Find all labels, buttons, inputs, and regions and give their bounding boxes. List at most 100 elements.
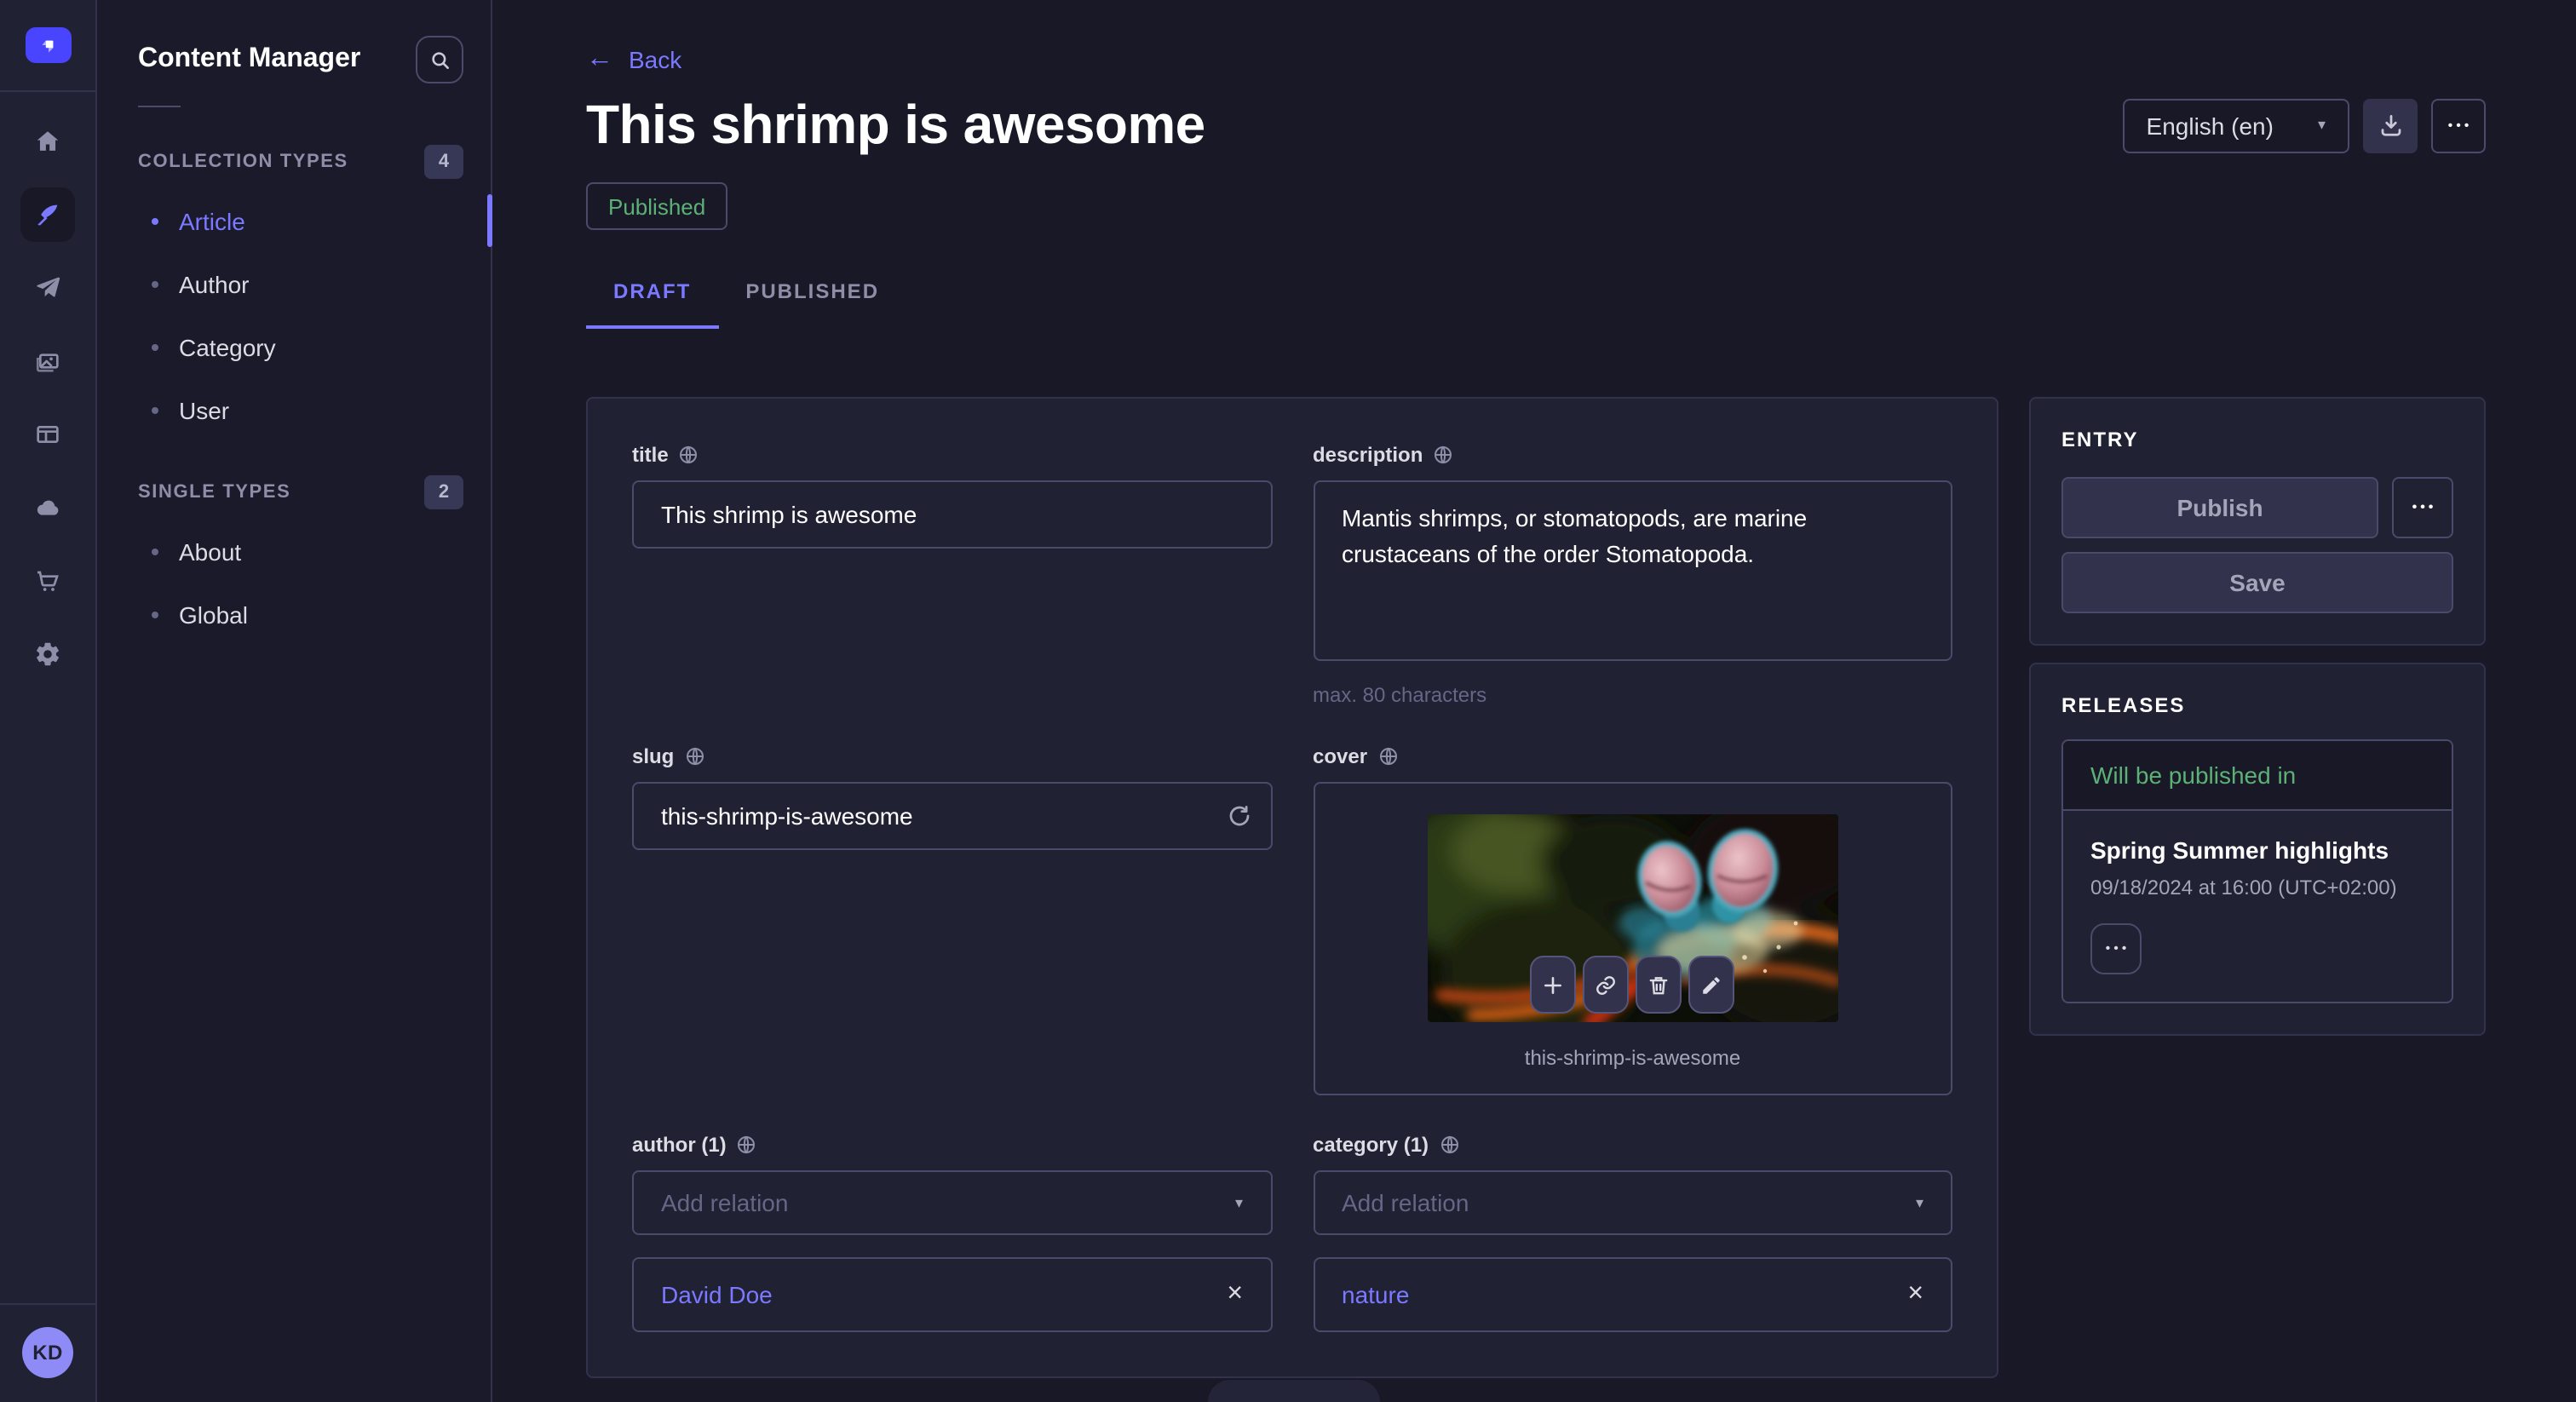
globe-icon	[737, 1135, 757, 1155]
entry-form-card: title description Mantis	[586, 397, 1998, 1378]
add-media-button[interactable]	[1531, 956, 1577, 1014]
bullet-icon	[152, 343, 158, 350]
release-body: Spring Summer highlights 09/18/2024 at 1…	[2063, 811, 2452, 1002]
collection-types-head: COLLECTION TYPES 4	[97, 135, 491, 189]
bullet-icon	[152, 280, 158, 287]
download-icon	[2378, 112, 2403, 138]
subnav-title: Content Manager	[138, 44, 360, 75]
media-library-nav-item[interactable]	[20, 334, 75, 388]
tab-draft[interactable]: DRAFT	[586, 269, 718, 329]
chevron-down-icon: ▾	[1916, 1195, 1923, 1210]
home-nav-item[interactable]	[20, 114, 75, 169]
marketplace-nav-item[interactable]	[20, 554, 75, 608]
back-link[interactable]: ← Back	[586, 46, 681, 73]
paper-plane-icon	[34, 274, 61, 302]
slug-field-group: slug	[632, 744, 1272, 1095]
entry-more-button[interactable]: •••	[2392, 477, 2453, 538]
content-type-builder-nav-item[interactable]	[20, 407, 75, 462]
title-input[interactable]	[632, 480, 1272, 549]
release-card: Will be published in Spring Summer highl…	[2061, 739, 2453, 1003]
user-avatar[interactable]: KD	[22, 1327, 73, 1378]
cover-filename: this-shrimp-is-awesome	[1525, 1046, 1740, 1070]
subnav-item-about[interactable]: About	[97, 520, 491, 583]
logo-container	[0, 0, 95, 92]
bullet-icon	[152, 611, 158, 618]
subnav-item-label: About	[179, 537, 241, 565]
category-combobox-placeholder: Add relation	[1342, 1189, 1469, 1216]
subnav-item-global[interactable]: Global	[97, 583, 491, 646]
media-toolbar	[1531, 956, 1735, 1014]
subnav-item-user[interactable]: User	[97, 378, 491, 441]
cover-image[interactable]	[1428, 814, 1838, 1022]
collection-types-label: COLLECTION TYPES	[138, 152, 348, 172]
deploy-nav-item[interactable]	[20, 480, 75, 535]
collection-types-count-badge: 4	[424, 145, 463, 179]
description-textarea[interactable]: Mantis shrimps, or stomatopods, are mari…	[1313, 480, 1952, 661]
subnav-item-label: Author	[179, 270, 250, 297]
cover-media-card: this-shrimp-is-awesome	[1313, 782, 1952, 1095]
releases-panel-title: RELEASES	[2061, 693, 2453, 717]
release-date: 09/18/2024 at 16:00 (UTC+02:00)	[2090, 876, 2424, 899]
content-row: title description Mantis	[586, 397, 2486, 1378]
release-name: Spring Summer highlights	[2090, 836, 2424, 864]
more-dots-icon: •••	[2102, 942, 2130, 956]
settings-nav-item[interactable]	[20, 627, 75, 681]
single-types-head: SINGLE TYPES 2	[97, 465, 491, 520]
entry-panel: ENTRY Publish ••• Save	[2029, 397, 2486, 646]
remove-author-relation-button[interactable]: ×	[1227, 1281, 1243, 1308]
subnav-item-author[interactable]: Author	[97, 252, 491, 315]
pencil-icon	[1701, 974, 1723, 996]
author-relation-combobox[interactable]: Add relation ▾	[632, 1170, 1272, 1235]
subnav-item-label: Category	[179, 333, 276, 360]
content-manager-nav-item[interactable]	[20, 187, 75, 242]
regenerate-slug-button[interactable]	[1226, 803, 1251, 829]
publish-button[interactable]: Publish	[2061, 477, 2378, 538]
author-relation-link[interactable]: David Doe	[661, 1281, 773, 1308]
globe-icon	[1377, 746, 1398, 767]
slug-input-wrap	[632, 782, 1272, 850]
cover-label-row: cover	[1313, 744, 1952, 768]
category-relation-link[interactable]: nature	[1342, 1281, 1409, 1308]
edit-media-button[interactable]	[1689, 956, 1735, 1014]
tab-published[interactable]: PUBLISHED	[718, 269, 906, 329]
copy-link-button[interactable]	[1584, 956, 1630, 1014]
release-more-button[interactable]: •••	[2090, 923, 2142, 974]
subnav-item-article[interactable]: Article	[97, 189, 491, 252]
header-controls: English (en) ▾ •••	[2123, 98, 2486, 152]
strapi-logo[interactable]	[25, 27, 71, 63]
subnav-item-label: Article	[179, 207, 245, 234]
entry-panel-title: ENTRY	[2061, 428, 2453, 451]
author-relation-chip: David Doe ×	[632, 1257, 1272, 1332]
version-tabs: DRAFT PUBLISHED	[586, 269, 2486, 329]
delete-media-button[interactable]	[1636, 956, 1682, 1014]
save-button[interactable]: Save	[2061, 552, 2453, 613]
category-relation-chip: nature ×	[1313, 1257, 1952, 1332]
release-status: Will be published in	[2063, 741, 2452, 811]
releases-nav-item[interactable]	[20, 261, 75, 315]
more-actions-button[interactable]: •••	[2431, 98, 2486, 152]
globe-icon	[1433, 445, 1453, 465]
locale-select[interactable]: English (en) ▾	[2123, 98, 2349, 152]
title-label-row: title	[632, 443, 1272, 467]
remove-category-relation-button[interactable]: ×	[1907, 1281, 1923, 1308]
back-arrow-icon: ←	[586, 46, 613, 73]
export-button[interactable]	[2363, 98, 2418, 152]
feather-icon	[34, 201, 61, 228]
more-dots-icon: •••	[2445, 118, 2473, 132]
link-icon	[1596, 974, 1618, 996]
bullet-icon	[152, 217, 158, 224]
cover-field-label: cover	[1313, 744, 1367, 768]
author-label-row: author (1)	[632, 1133, 1272, 1157]
rail-items	[20, 114, 75, 681]
description-field-label: description	[1313, 443, 1423, 467]
category-field-group: category (1) Add relation ▾ nature ×	[1313, 1133, 1952, 1332]
search-button[interactable]	[416, 36, 463, 83]
subnav-item-category[interactable]: Category	[97, 315, 491, 378]
slug-input[interactable]	[632, 782, 1272, 850]
main-content: ← Back This shrimp is awesome English (e…	[492, 0, 2576, 1402]
search-icon	[428, 49, 451, 71]
bullet-icon	[152, 548, 158, 554]
plus-icon	[1543, 974, 1565, 996]
subnav-header: Content Manager	[97, 0, 491, 83]
category-relation-combobox[interactable]: Add relation ▾	[1313, 1170, 1952, 1235]
